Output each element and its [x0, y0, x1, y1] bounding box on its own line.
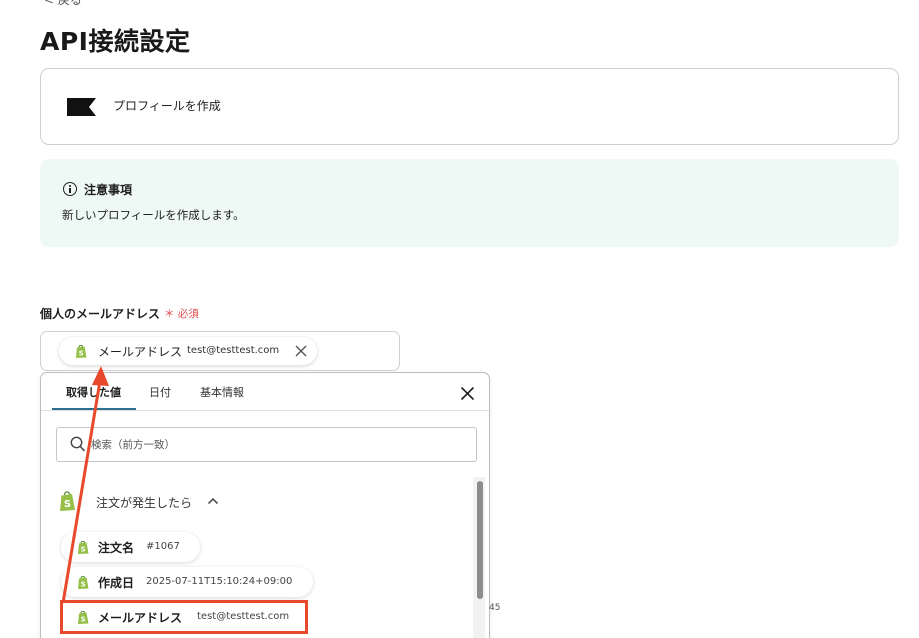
close-icon[interactable] — [460, 386, 475, 401]
svg-text:S: S — [81, 616, 86, 624]
tab-acquired-values[interactable]: 取得した値 — [66, 384, 121, 400]
action-label: プロフィールを作成 — [113, 99, 221, 113]
item-value: 2025-07-11T15:10:24+09:00 — [146, 576, 293, 587]
email-field-label: 個人のメールアドレス — [40, 307, 161, 321]
required-badge: ＊ 必須 — [164, 308, 199, 320]
shopify-icon: S — [78, 540, 89, 554]
svg-text:S: S — [81, 581, 86, 589]
tab-basic-info[interactable]: 基本情報 — [200, 384, 244, 400]
email-field[interactable]: S メールアドレス test@testtest.com — [40, 331, 400, 371]
item-value: test@testtest.com — [197, 611, 290, 622]
email-token-chip[interactable]: S メールアドレス test@testtest.com — [59, 337, 317, 365]
shopify-icon: S — [78, 610, 89, 624]
action-card[interactable]: プロフィールを作成 — [40, 68, 899, 145]
notice-title: 注意事項 — [84, 183, 133, 197]
list-item-created-date[interactable]: S 作成日 2025-07-11T15:10:24+09:00 — [61, 567, 313, 597]
partial-background-text: 45 — [489, 603, 501, 613]
remove-token-icon[interactable] — [293, 343, 309, 359]
svg-text:S: S — [81, 546, 86, 554]
token-label: メールアドレス — [98, 345, 183, 359]
item-label: メールアドレス — [98, 611, 183, 625]
search-box[interactable] — [56, 427, 477, 462]
info-icon — [63, 182, 77, 196]
shopify-icon: S — [78, 575, 89, 589]
list-item-order-name[interactable]: S 注文名 #1067 — [61, 532, 200, 562]
item-label: 作成日 — [98, 576, 135, 590]
trigger-group-title[interactable]: 注文が発生したら — [96, 494, 192, 511]
tab-date[interactable]: 日付 — [149, 384, 171, 400]
notice-text: 新しいプロフィールを作成します。 — [62, 208, 245, 222]
svg-text:S: S — [64, 499, 71, 510]
value-picker-panel: 取得した値 日付 基本情報 S 注文が発生したら S 注文名 #1067 — [40, 372, 490, 638]
notice-box: 注意事項 新しいプロフィールを作成します。 — [40, 159, 899, 247]
picker-tab-bar: 取得した値 日付 基本情報 — [41, 373, 489, 411]
chevron-up-icon[interactable] — [207, 497, 219, 505]
list-item-email-address[interactable]: S メールアドレス test@testtest.com — [60, 600, 308, 634]
scrollbar-thumb[interactable] — [477, 481, 483, 599]
token-value: test@testtest.com — [187, 345, 280, 356]
item-value: #1067 — [146, 541, 180, 552]
shopify-icon: S — [60, 491, 75, 511]
active-tab-indicator — [52, 408, 136, 410]
back-link[interactable]: < 戻る — [44, 0, 82, 8]
svg-text:S: S — [79, 350, 84, 358]
item-label: 注文名 — [98, 541, 135, 555]
search-input[interactable] — [91, 428, 461, 461]
shopify-icon: S — [76, 344, 87, 358]
search-icon — [70, 436, 86, 452]
app-logo-icon — [67, 98, 96, 116]
page-title: API接続設定 — [40, 27, 191, 56]
